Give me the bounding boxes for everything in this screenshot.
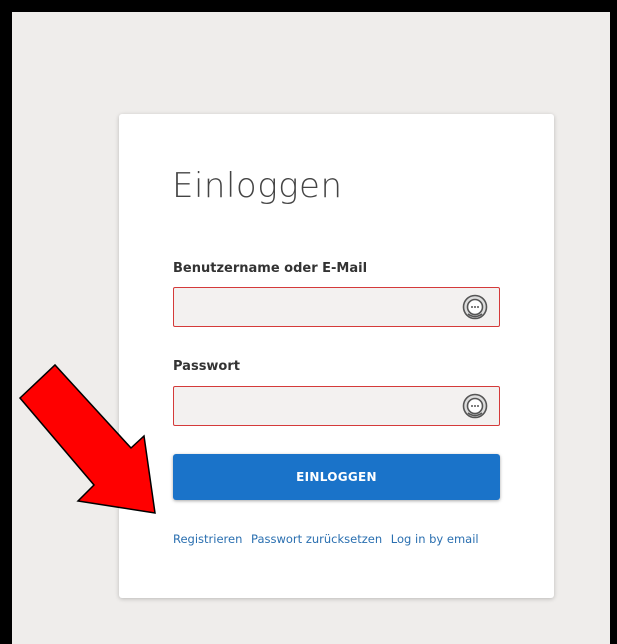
red-arrow-icon: [18, 363, 156, 514]
username-field-wrapper: [173, 287, 500, 327]
username-field[interactable]: [174, 288, 474, 326]
reset-password-link[interactable]: Passwort zurücksetzen: [251, 532, 382, 546]
username-label: Benutzername oder E-Mail: [173, 261, 368, 276]
register-link[interactable]: Registrieren: [173, 532, 242, 546]
password-manager-icon[interactable]: [462, 393, 488, 419]
password-field-wrapper: [173, 386, 500, 426]
page-title: Einloggen: [172, 166, 343, 206]
password-field[interactable]: [174, 387, 474, 425]
email-login-link[interactable]: Log in by email: [391, 532, 479, 546]
password-label: Passwort: [173, 359, 240, 374]
screenshot-frame: Einloggen Benutzername oder E-Mail Passw…: [0, 0, 617, 644]
password-manager-icon[interactable]: [462, 294, 488, 320]
footer-links: Registrieren Passwort zurücksetzen Log i…: [173, 532, 484, 546]
login-card: Einloggen Benutzername oder E-Mail Passw…: [119, 114, 554, 598]
login-button[interactable]: EINLOGGEN: [173, 454, 500, 500]
